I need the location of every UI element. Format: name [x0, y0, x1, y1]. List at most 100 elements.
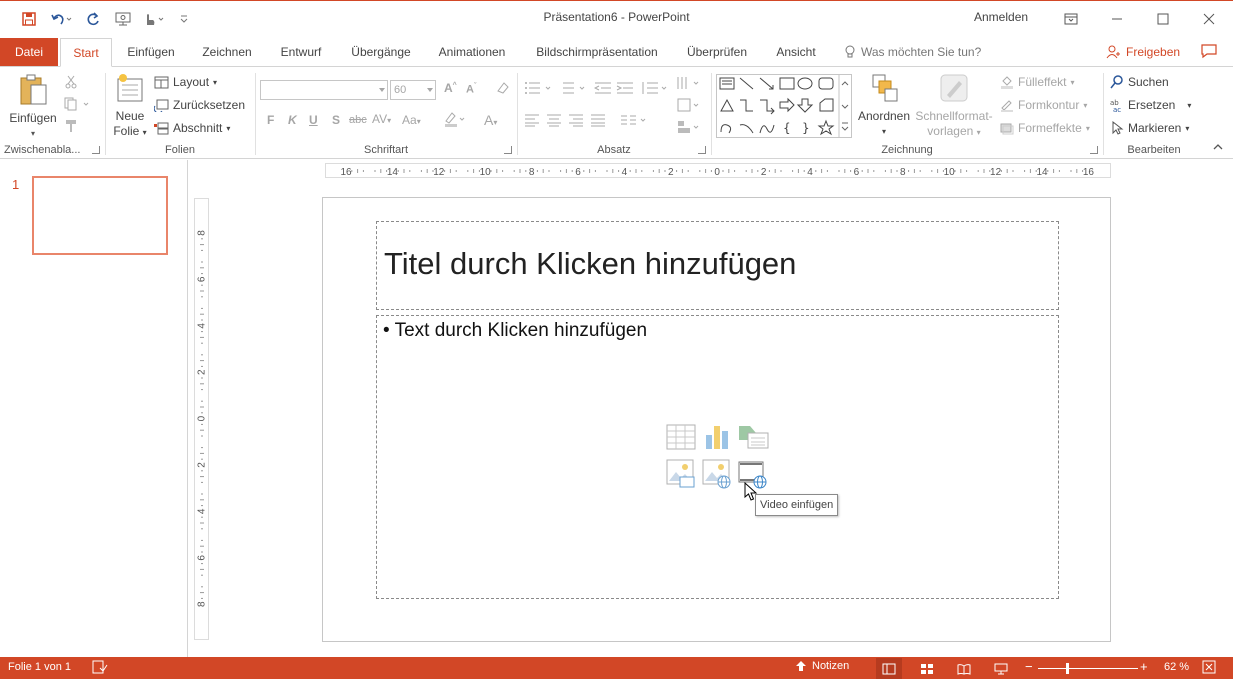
cut-icon[interactable] [64, 75, 78, 89]
slide-sorter-view-icon[interactable] [914, 658, 940, 679]
align-text-icon[interactable] [676, 97, 702, 113]
decrease-indent-icon[interactable] [594, 81, 612, 95]
insert-chart-icon[interactable] [702, 423, 732, 451]
customize-quick-access-icon[interactable] [175, 2, 193, 35]
tab-animations[interactable]: Animationen [432, 38, 512, 67]
reading-view-icon[interactable] [951, 658, 977, 679]
shape-effects-button[interactable]: Formeffekte ▾ [1000, 121, 1090, 135]
ruler-label: 8 [197, 601, 208, 607]
shape-outline-button[interactable]: Formkontur ▾ [1000, 98, 1087, 112]
signin-link[interactable]: Anmelden [974, 10, 1028, 24]
line-spacing-icon[interactable] [640, 81, 668, 95]
fit-slide-icon[interactable] [1202, 660, 1216, 677]
change-case-icon[interactable]: Aa▾ [402, 113, 421, 127]
italic-button[interactable]: K [288, 113, 297, 127]
slide-canvas[interactable]: Titel durch Klicken hinzufügen • Text du… [322, 197, 1111, 642]
decrease-font-size-icon[interactable]: Aˇ [466, 83, 476, 96]
quick-styles-button[interactable]: Schnellformat- vorlagen ▾ [914, 73, 994, 140]
highlight-color-icon[interactable] [444, 111, 468, 130]
tab-view[interactable]: Ansicht [770, 38, 822, 67]
paint-bucket-icon [1001, 76, 1013, 89]
minimize-icon[interactable] [1094, 2, 1140, 35]
drawing-dialog-launcher[interactable] [1090, 146, 1098, 154]
format-painter-icon[interactable] [64, 119, 78, 133]
shapes-gallery[interactable]: { } [716, 74, 852, 138]
shadow-button[interactable]: S [332, 113, 340, 127]
find-button[interactable]: Suchen [1110, 75, 1169, 89]
strikethrough-button[interactable]: abc [349, 114, 367, 126]
arrange-button[interactable]: Anordnen ▾ [854, 73, 914, 139]
select-button[interactable]: Markieren ▾ [1110, 121, 1189, 135]
tab-review[interactable]: Überprüfen [680, 38, 754, 67]
tab-design[interactable]: Entwurf [274, 38, 328, 67]
shape-fill-button[interactable]: Fülleffekt ▾ [1000, 75, 1074, 89]
clipboard-dialog-launcher[interactable] [92, 146, 100, 154]
align-left-icon[interactable] [524, 113, 540, 127]
font-color-icon[interactable]: A▾ [484, 112, 497, 128]
tab-slideshow[interactable]: Bildschirmpräsentation [530, 38, 664, 67]
save-icon[interactable] [18, 2, 40, 35]
insert-table-icon[interactable] [666, 423, 696, 451]
undo-icon[interactable] [46, 2, 76, 35]
comment-icon[interactable] [1200, 43, 1218, 62]
touch-mode-icon[interactable] [138, 2, 168, 35]
insert-online-picture-icon[interactable] [702, 459, 732, 489]
paragraph-dialog-launcher[interactable] [698, 146, 706, 154]
slide-thumbnail[interactable] [32, 176, 168, 255]
zoom-slider-track[interactable] [1038, 668, 1138, 669]
tab-start[interactable]: Start [60, 38, 112, 67]
close-icon[interactable] [1186, 2, 1232, 35]
increase-indent-icon[interactable] [616, 81, 634, 95]
align-center-icon[interactable] [546, 113, 562, 127]
paste-button[interactable]: Einfügen ▾ [4, 73, 62, 141]
tab-file[interactable]: Datei [0, 38, 58, 67]
tab-draw[interactable]: Zeichnen [196, 38, 258, 67]
tell-me-search[interactable]: Was möchten Sie tun? [845, 45, 981, 59]
zoom-out-icon[interactable]: − [1025, 659, 1033, 674]
share-button[interactable]: Freigeben [1106, 45, 1180, 59]
tab-transitions[interactable]: Übergänge [344, 38, 418, 67]
new-slide-icon [117, 74, 143, 102]
character-spacing-icon[interactable]: AV▾ [372, 112, 391, 126]
zoom-level[interactable]: 62 % [1164, 661, 1189, 673]
clear-formatting-icon[interactable] [496, 81, 510, 98]
zoom-in-icon[interactable]: + [1140, 659, 1148, 674]
content-placeholder[interactable]: • Text durch Klicken hinzufügen [376, 315, 1059, 599]
text-direction-icon[interactable] [676, 75, 702, 91]
align-right-icon[interactable] [568, 113, 584, 127]
convert-smartart-icon[interactable] [676, 119, 702, 135]
insert-smartart-icon[interactable] [738, 423, 769, 451]
replace-button[interactable]: ab ac Ersetzen ▾ [1110, 98, 1191, 112]
ruler-label: 0 [714, 167, 720, 178]
layout-button[interactable]: Layout ▾ [154, 75, 217, 89]
maximize-icon[interactable] [1140, 2, 1186, 35]
ruler-label: 8 [900, 167, 906, 178]
section-label: Abschnitt [173, 121, 223, 135]
collapse-ribbon-icon[interactable] [1213, 140, 1223, 154]
underline-button[interactable]: U [309, 113, 318, 127]
ribbon-display-options-icon[interactable] [1048, 2, 1094, 35]
bold-button[interactable]: F [267, 113, 274, 127]
slideshow-view-icon[interactable] [988, 658, 1014, 679]
zoom-slider-thumb[interactable] [1066, 663, 1069, 674]
spell-check-icon[interactable] [92, 660, 108, 677]
reset-button[interactable]: Zurücksetzen [154, 98, 245, 112]
columns-icon[interactable] [620, 113, 650, 127]
copy-icon[interactable] [64, 97, 90, 111]
numbering-icon[interactable] [558, 81, 588, 95]
tab-insert[interactable]: Einfügen [122, 38, 180, 67]
font-size-dropdown[interactable]: 60 [390, 80, 436, 100]
title-placeholder[interactable]: Titel durch Klicken hinzufügen [376, 221, 1059, 310]
notes-button[interactable]: Notizen [795, 660, 849, 672]
bullets-icon[interactable] [524, 81, 554, 95]
section-button[interactable]: Abschnitt ▾ [154, 121, 230, 135]
font-dialog-launcher[interactable] [504, 146, 512, 154]
increase-font-size-icon[interactable]: A^ [444, 81, 457, 95]
new-slide-button[interactable]: Neue Folie ▾ [110, 73, 150, 140]
normal-view-icon[interactable] [876, 658, 902, 679]
font-name-dropdown[interactable] [260, 80, 388, 100]
presentation-from-start-icon[interactable] [112, 2, 134, 35]
insert-picture-icon[interactable] [666, 459, 696, 488]
redo-icon[interactable] [82, 2, 104, 35]
justify-icon[interactable] [590, 113, 606, 127]
